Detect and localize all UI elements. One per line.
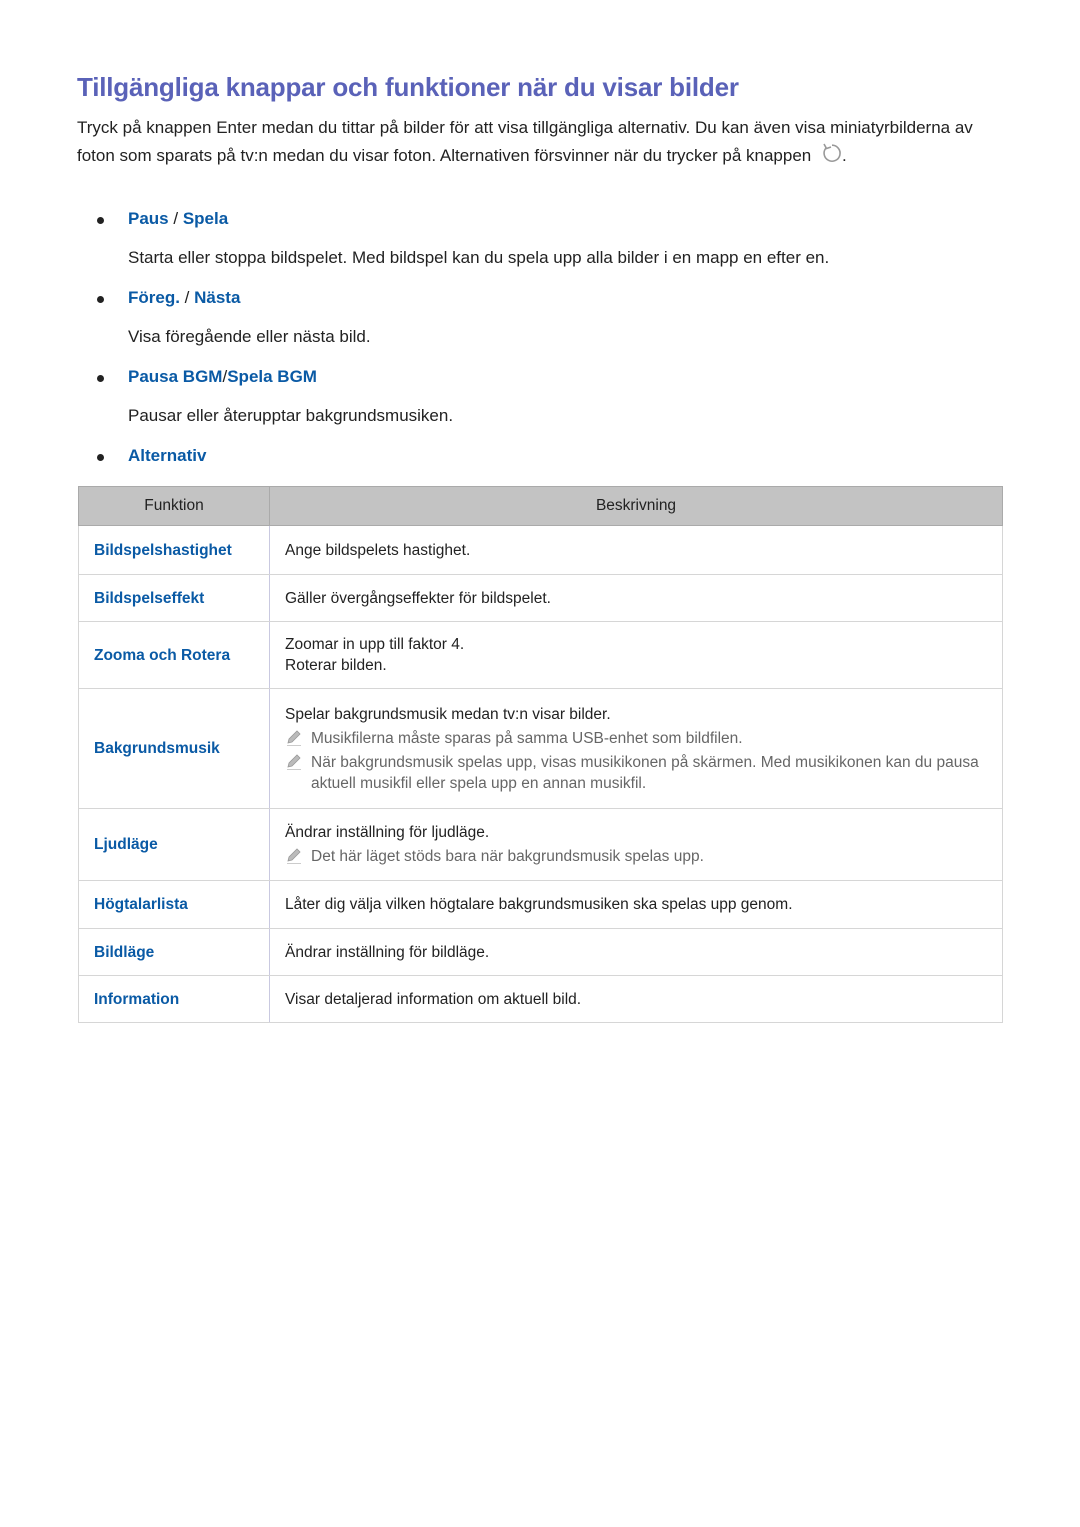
- option-name: Spela BGM: [227, 367, 317, 386]
- intro-paragraph: Tryck på knappen Enter medan du tittar p…: [77, 115, 987, 172]
- separator: /: [168, 209, 183, 228]
- function-description: Ändrar inställning för ljudläge. Det här …: [269, 808, 1003, 881]
- option-name: Paus: [128, 209, 169, 228]
- intro-end: .: [841, 145, 847, 165]
- table-row: Ljudläge Ändrar inställning för ljudläge.…: [78, 808, 1003, 881]
- description-line: Ange bildspelets hastighet.: [285, 541, 471, 559]
- note-text: När bakgrundsmusik spelas upp, visas mus…: [311, 753, 979, 792]
- function-name: Bildspelseffekt: [78, 574, 270, 622]
- description-line: Ändrar inställning för ljudläge.: [285, 824, 490, 841]
- function-name: Högtalarlista: [78, 880, 270, 929]
- function-description: Gäller övergångseffekter för bildspelet.: [269, 574, 1003, 622]
- header-funktion: Funktion: [78, 486, 270, 526]
- page-title: Tillgängliga knappar och funktioner när …: [77, 72, 739, 102]
- table-row: Information Visar detaljerad information …: [78, 975, 1003, 1023]
- function-name: Ljudläge: [78, 808, 270, 881]
- table-row: Högtalarlista Låter dig välja vilken högt…: [78, 880, 1003, 929]
- option-name: Spela: [182, 209, 229, 228]
- bullet-description: Pausar eller återupptar bakgrundsmusiken…: [128, 406, 454, 425]
- return-arrow-icon: [820, 142, 842, 173]
- note-text: Musikfilerna måste sparas på samma USB-e…: [311, 729, 743, 747]
- table-row: Bildläge Ändrar inställning för bildläge.: [78, 928, 1003, 976]
- bullet-description: Starta eller stoppa bildspelet. Med bild…: [128, 248, 830, 267]
- function-description: Visar detaljerad information om aktuell …: [269, 975, 1003, 1023]
- bullet-dot: [97, 296, 104, 303]
- function-description: Spelar bakgrundsmusik medan tv:n visar b…: [269, 688, 1003, 809]
- bullet-dot: [97, 375, 104, 382]
- function-description: Ändrar inställning för bildläge.: [269, 928, 1003, 976]
- function-name: Information: [78, 975, 270, 1023]
- option-name: Pausa BGM: [128, 367, 223, 386]
- bullet-description: Visa föregående eller nästa bild.: [128, 327, 371, 346]
- note: Det här läget stöds bara när bakgrundsmu…: [285, 846, 987, 867]
- description-line: Roterar bilden.: [285, 657, 387, 674]
- function-name: Bakgrundsmusik: [78, 688, 270, 809]
- function-name: Zooma och Rotera: [78, 621, 270, 689]
- option-name: Alternativ: [128, 446, 207, 465]
- table-row: Bildspelseffekt Gäller övergångseffekter …: [78, 574, 1003, 622]
- description-line: Visar detaljerad information om aktuell …: [285, 990, 582, 1008]
- bullet-heading: Paus / Spela: [128, 209, 228, 229]
- note-text: Det här läget stöds bara när bakgrundsmu…: [311, 848, 704, 865]
- table-row: Bildspelshastighet Ange bildspelets hasti…: [78, 525, 1003, 575]
- note: När bakgrundsmusik spelas upp, visas mus…: [285, 752, 987, 794]
- bullet-dot: [97, 454, 104, 461]
- bullet-heading: Pausa BGM/Spela BGM: [128, 367, 317, 387]
- function-name: Bildspelshastighet: [78, 525, 270, 575]
- description-line: Låter dig välja vilken högtalare bakgrun…: [285, 896, 793, 913]
- description-line: Zoomar in upp till faktor 4.: [285, 636, 465, 653]
- option-name: Föreg.: [128, 288, 180, 307]
- options-table: Funktion Beskrivning Bildspelshastighet A…: [78, 486, 1003, 1023]
- table-row: Zooma och Rotera Zoomar in upp till fakto…: [78, 621, 1003, 689]
- option-name: Nästa: [194, 288, 241, 307]
- header-beskrivning: Beskrivning: [269, 486, 1003, 526]
- description-line: Ändrar inställning för bildläge.: [285, 943, 490, 961]
- function-description: Låter dig välja vilken högtalare bakgrun…: [269, 880, 1003, 929]
- table-row: Bakgrundsmusik Spelar bakgrundsmusik meda…: [78, 688, 1003, 809]
- function-description: Ange bildspelets hastighet.: [269, 525, 1003, 575]
- function-description: Zoomar in upp till faktor 4. Roterar bild…: [269, 621, 1003, 689]
- separator: /: [179, 288, 195, 307]
- description-line: Gäller övergångseffekter för bildspelet.: [285, 589, 551, 607]
- bullet-dot: [97, 217, 104, 224]
- description-line: Spelar bakgrundsmusik medan tv:n visar b…: [285, 705, 611, 723]
- bullet-heading: Alternativ: [128, 446, 206, 466]
- bullet-heading: Föreg. / Nästa: [128, 288, 240, 308]
- note: Musikfilerna måste sparas på samma USB-e…: [285, 728, 987, 749]
- function-name: Bildläge: [78, 928, 270, 976]
